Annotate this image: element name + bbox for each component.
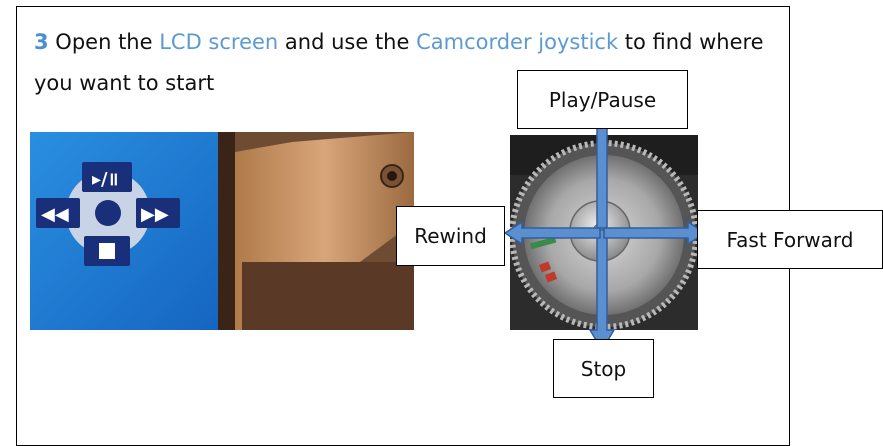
instruction-text-part: Open the	[48, 30, 160, 54]
lcd-screen-photo: ▸/॥ ◀◀ ▶▶	[30, 132, 414, 330]
step-number: 3	[34, 30, 49, 54]
lcd-screen-term: LCD screen	[159, 30, 279, 54]
svg-text:▸/॥: ▸/॥	[92, 169, 118, 190]
svg-text:▶▶: ▶▶	[141, 204, 169, 225]
camcorder-joystick-term: Camcorder joystick	[416, 30, 619, 54]
instruction-text-part: and use the	[278, 30, 417, 54]
svg-text:◀◀: ◀◀	[41, 204, 69, 225]
stop-label: Stop	[553, 339, 654, 398]
play-pause-label: Play/Pause	[517, 70, 688, 129]
fast-forward-label: Fast Forward	[697, 210, 883, 269]
joystick-photo	[510, 135, 698, 330]
rewind-label: Rewind	[396, 206, 505, 266]
